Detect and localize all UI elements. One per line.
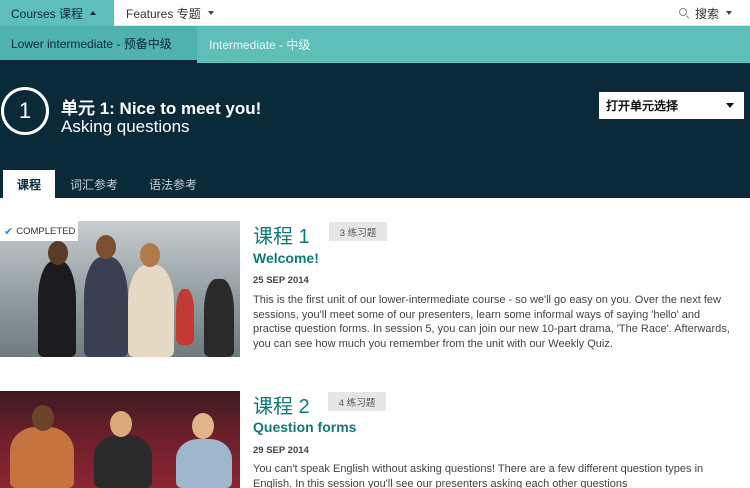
person-head — [110, 411, 132, 437]
chevron-up-icon — [90, 11, 97, 15]
lesson-1-thumbnail[interactable] — [0, 221, 240, 357]
unit-subtabs: 课程 词汇参考 语法参考 — [0, 170, 750, 198]
person-head — [32, 405, 54, 431]
lesson-1-title[interactable]: Welcome! — [253, 250, 319, 266]
person-figure — [10, 427, 74, 488]
completed-badge: ✔ COMPLETED — [0, 221, 78, 241]
lesson-1-number: 课程 1 — [253, 226, 310, 248]
person-figure — [84, 257, 128, 357]
person-figure — [204, 279, 234, 357]
unit-banner: 1 单元 1: Nice to meet you! Asking questio… — [0, 63, 750, 170]
person-figure — [94, 435, 152, 488]
nav-features-label: Features 专题 — [126, 6, 201, 21]
chevron-down-icon — [726, 11, 732, 15]
lesson-2-exercise-count[interactable]: 4 练习题 — [328, 392, 386, 411]
search-icon — [678, 8, 689, 18]
check-icon: ✔ — [4, 225, 14, 238]
lesson-2-number: 课程 2 — [253, 396, 310, 418]
lesson-2-date: 29 SEP 2014 — [253, 445, 309, 456]
tab-course[interactable]: 课程 — [3, 170, 55, 198]
person-figure — [176, 289, 194, 345]
person-figure — [128, 265, 174, 357]
lesson-2-description: You can't speak English without asking q… — [253, 463, 704, 488]
person-head — [48, 241, 68, 265]
person-figure — [176, 439, 232, 488]
nav-features-tab[interactable]: Features 专题 — [126, 0, 214, 26]
lesson-1-description: This is the first unit of our lower-inte… — [253, 294, 730, 350]
lesson-1-exercise-count[interactable]: 3 练习题 — [329, 222, 387, 241]
nav-courses-tab[interactable]: Courses 课程 — [0, 0, 114, 26]
unit-select-dropdown[interactable]: 打开单元选择 — [599, 92, 744, 119]
unit-select-label: 打开单元选择 — [606, 99, 679, 113]
person-head — [140, 243, 160, 267]
lesson-2-thumbnail[interactable] — [0, 391, 240, 488]
unit-title: 单元 1: Nice to meet you! — [61, 99, 262, 118]
search-button[interactable]: 搜索 — [678, 0, 732, 26]
unit-number-badge: 1 — [1, 87, 49, 135]
chevron-down-icon — [726, 103, 734, 108]
top-nav: Courses 课程 Features 专题 搜索 — [0, 0, 750, 26]
level-tab-lower-intermediate[interactable]: Lower intermediate - 预备中级 — [0, 26, 197, 63]
person-head — [96, 235, 116, 259]
tab-vocabulary[interactable]: 词汇参考 — [70, 170, 118, 198]
nav-courses-label: Courses 课程 — [11, 6, 84, 21]
level-tab-intermediate[interactable]: Intermediate - 中级 — [209, 26, 310, 63]
tab-grammar[interactable]: 语法参考 — [149, 170, 197, 198]
person-figure — [38, 261, 76, 357]
unit-subtitle: Asking questions — [61, 117, 190, 136]
completed-label: COMPLETED — [16, 225, 76, 237]
search-label: 搜索 — [694, 6, 719, 21]
level-bar: Lower intermediate - 预备中级 Intermediate -… — [0, 26, 750, 63]
person-head — [192, 413, 214, 439]
lesson-2-title[interactable]: Question forms — [253, 419, 356, 435]
chevron-down-icon — [207, 11, 214, 15]
lesson-1-date: 25 SEP 2014 — [253, 275, 309, 286]
